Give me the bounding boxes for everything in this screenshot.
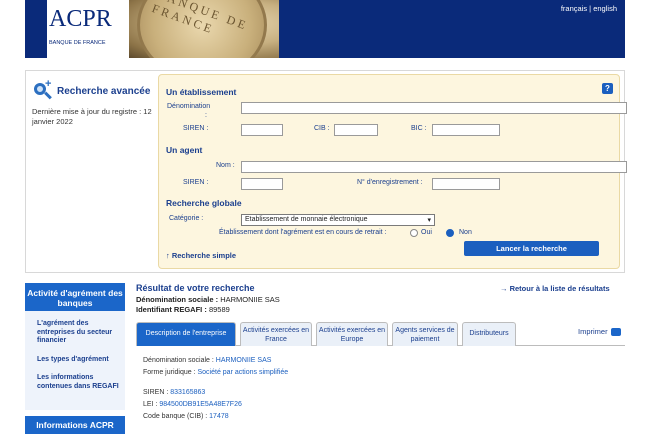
simple-search-link[interactable]: ↑ Recherche simple [166,251,236,260]
category-selected-value: Etablissement de monnaie électronique [245,216,368,223]
tab-activites-france[interactable]: Activités exercées en France [240,322,312,346]
detail-lei-value: 984500DB91E5A48E7F26 [159,401,242,408]
search-submit-button[interactable]: Lancer la recherche [464,241,599,256]
help-icon[interactable]: ? [602,83,613,94]
advanced-search-title: + Recherche avancée [32,78,152,101]
detail-cib-label: Code banque (CIB) : [143,413,208,420]
agent-siren-input[interactable] [241,178,283,190]
retrait-oui-label: Oui [421,229,432,236]
registry-update-text: Dernière mise à jour du registre : 12 ja… [32,107,152,126]
detail-denomination: Dénomination sociale : HARMONIIE SAS [143,357,271,364]
retrait-label: Établissement dont l'agrément est en cou… [219,229,387,236]
retrait-non-radio[interactable] [446,229,454,237]
printer-icon [610,328,621,337]
etab-siren-label: SIREN : [183,125,209,132]
category-select[interactable]: Etablissement de monnaie électronique ▾ [241,214,435,226]
print-label: Imprimer [578,327,608,336]
detail-denomination-label: Dénomination sociale : [143,357,214,364]
sidebar-link-regafi[interactable]: Les informations contenues dans REGAFI [37,374,121,391]
back-to-results-link[interactable]: → Retour à la liste de résultats [500,284,610,293]
search-form: ? Un établissement Dénomination : SIREN … [158,74,627,269]
result-identifier-value: 89589 [208,305,230,314]
detail-cib-value: 17478 [209,413,229,420]
etab-heading: Un établissement [166,87,237,97]
site-header: ACPR BANQUE DE FRANCE BANQUE DE FRANCE f… [25,0,625,58]
header-banner-image: BANQUE DE FRANCE [129,0,279,58]
chevron-down-icon: ▾ [427,217,431,224]
detail-siren: SIREN : 833165863 [143,389,205,396]
agent-nom-label: Nom : [216,162,235,169]
tab-distributeurs[interactable]: Distributeurs [462,322,516,346]
search-plus-icon: + [32,78,54,101]
result-identifier-label: Identifiant REGAFI : [136,305,207,314]
bic-input[interactable] [432,124,500,136]
detail-siren-label: SIREN : [143,389,169,396]
advanced-search-label: Recherche avancée [57,85,151,97]
global-search-heading: Recherche globale [166,198,242,208]
sidebar-heading-acpr[interactable]: Informations ACPR [25,416,125,434]
print-button[interactable]: Imprimer [578,327,621,337]
retrait-non-label: Non [459,229,472,236]
tab-description[interactable]: Description de l'entreprise [136,322,236,346]
sidebar-link-types[interactable]: Les types d'agrément [37,356,121,365]
result-title: Résultat de votre recherche [136,283,255,293]
sidebar-link-agrement[interactable]: L'agrément des entreprises du secteur fi… [37,320,121,346]
tab-activites-europe[interactable]: Activités exercées en Europe [316,322,388,346]
acpr-logo[interactable]: ACPR BANQUE DE FRANCE [47,0,130,58]
denomination-label: Dénomination [167,103,211,110]
denomination-input[interactable] [241,102,627,114]
retrait-oui-radio[interactable] [410,229,418,237]
detail-forme-value: Société par actions simplifiée [197,369,289,376]
detail-lei: LEI : 984500DB91E5A48E7F26 [143,401,242,408]
bic-label: BIC : [411,125,427,132]
lang-separator: | [589,4,592,13]
result-denomination: Dénomination sociale : HARMONIIE SAS [136,295,280,304]
cib-label: CIB : [314,125,330,132]
denomination-colon: : [205,112,207,119]
category-label: Catégorie : [169,215,204,222]
search-intro: + Recherche avancée Dernière mise à jour… [26,71,158,272]
language-switch: français | english [561,4,617,13]
agent-heading: Un agent [166,145,203,155]
registration-number-label: N° d'enregistrement : [357,179,423,186]
sidebar-links: L'agrément des entreprises du secteur fi… [25,311,125,410]
result-identifier: Identifiant REGAFI : 89589 [136,305,230,314]
detail-denomination-value: HARMONIIE SAS [215,357,272,364]
lang-en-link[interactable]: english [593,4,617,13]
sidebar-heading: Activité d'agrément des banques [25,283,125,311]
detail-siren-value: 833165863 [170,389,206,396]
cib-input[interactable] [334,124,378,136]
tab-agents-paiement[interactable]: Agents services de paiement [392,322,458,346]
detail-lei-label: LEI : [143,401,158,408]
agent-nom-input[interactable] [241,161,627,173]
logo-text: ACPR [49,6,112,32]
registration-number-input[interactable] [432,178,500,190]
advanced-search-panel: + Recherche avancée Dernière mise à jour… [25,70,627,273]
result-denomination-value: HARMONIIE SAS [220,295,280,304]
result-denomination-label: Dénomination sociale : [136,295,219,304]
agent-siren-label: SIREN : [183,179,209,186]
detail-forme: Forme juridique : Société par actions si… [143,369,288,376]
result-tabs: Description de l'entreprise Activités ex… [136,322,625,346]
lang-fr-link[interactable]: français [561,4,587,13]
detail-forme-label: Forme juridique : [143,369,196,376]
logo-subtext: BANQUE DE FRANCE [49,40,106,46]
detail-cib: Code banque (CIB) : 17478 [143,413,229,420]
etab-siren-input[interactable] [241,124,283,136]
